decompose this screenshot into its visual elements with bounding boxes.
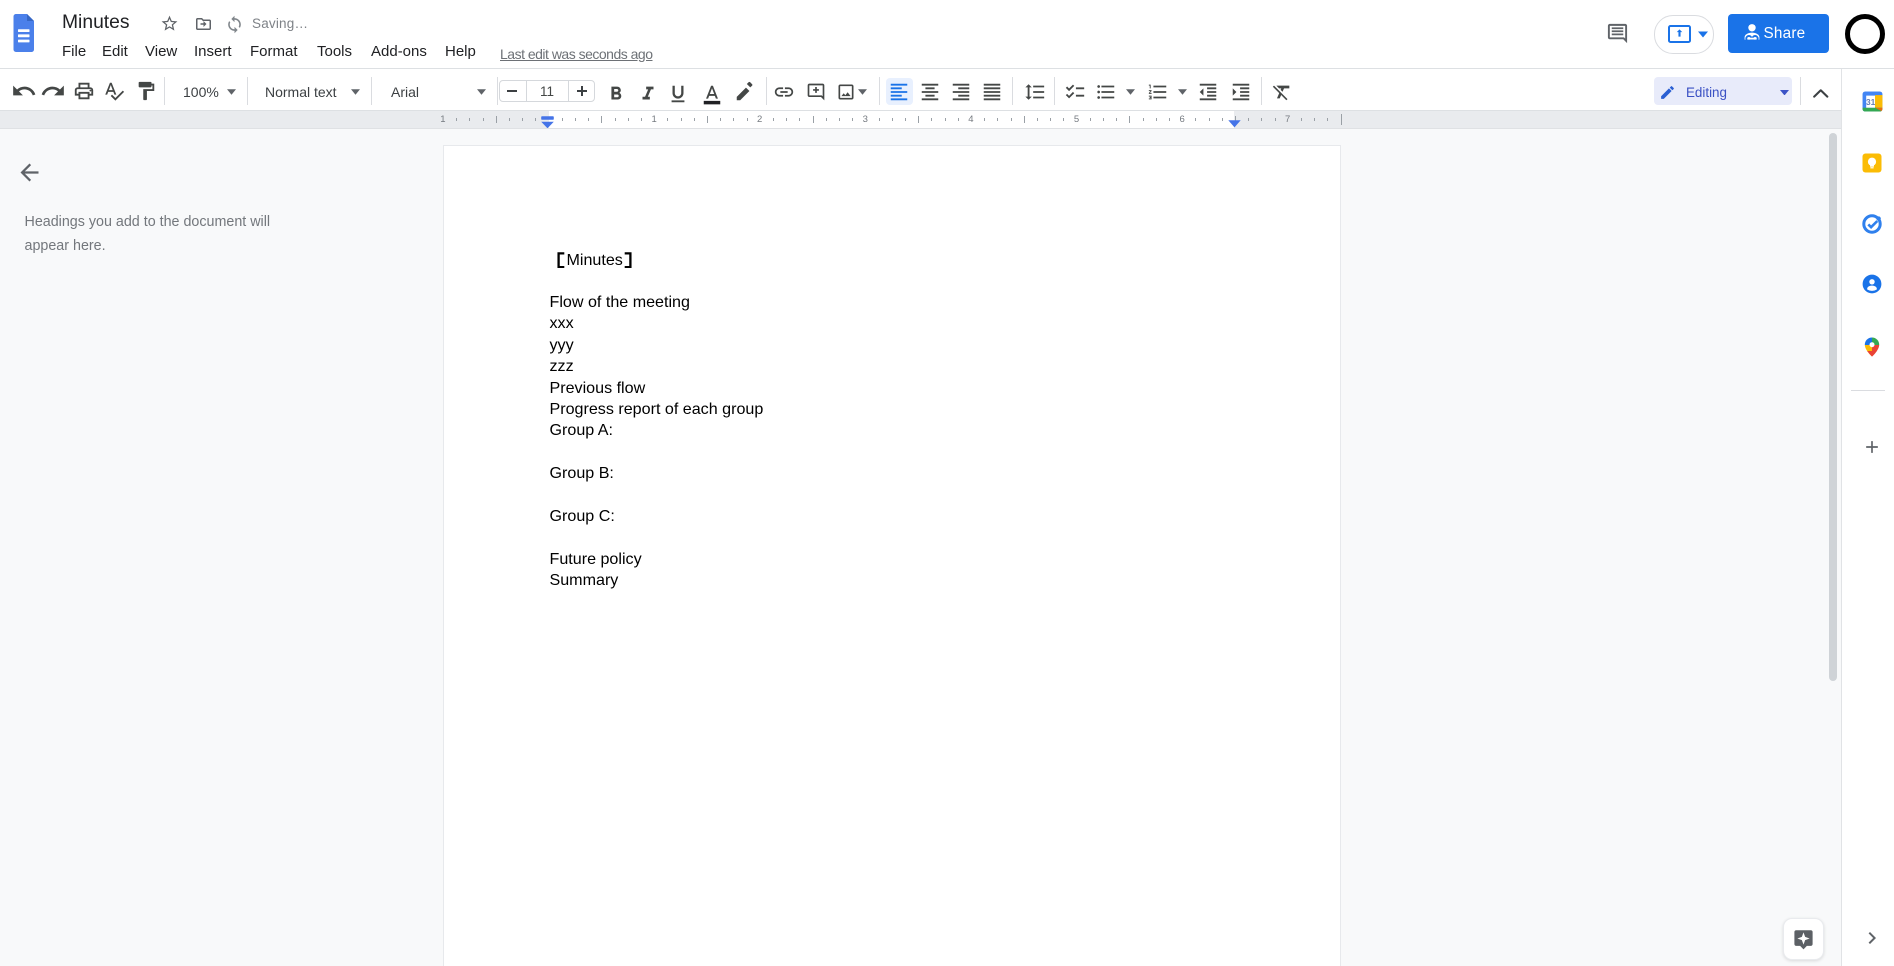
svg-text:31: 31 [1866,97,1876,107]
